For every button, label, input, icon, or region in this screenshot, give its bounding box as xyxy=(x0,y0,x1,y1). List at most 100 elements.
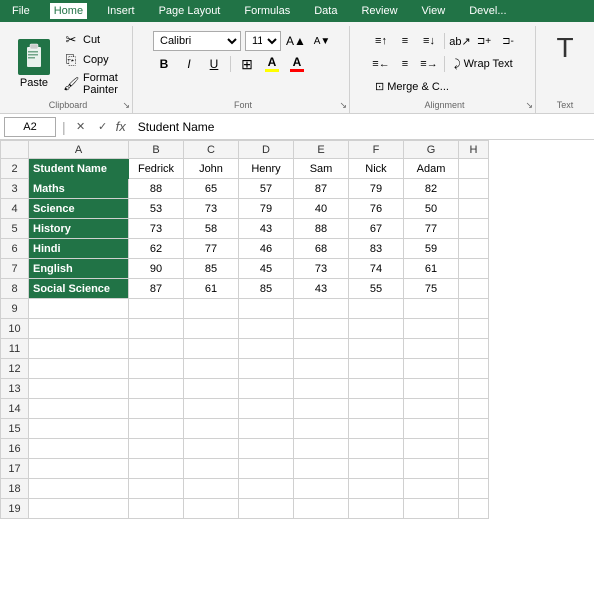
cell-a5[interactable]: History xyxy=(29,219,129,239)
cell-d18[interactable] xyxy=(239,479,294,499)
cell-a15[interactable] xyxy=(29,419,129,439)
cell-g3[interactable]: 82 xyxy=(404,179,459,199)
row-header-16[interactable]: 16 xyxy=(1,439,29,459)
cell-b3[interactable]: 88 xyxy=(129,179,184,199)
cell-g5[interactable]: 77 xyxy=(404,219,459,239)
cell-g16[interactable] xyxy=(404,439,459,459)
cell-b17[interactable] xyxy=(129,459,184,479)
cell-g6[interactable]: 59 xyxy=(404,239,459,259)
cell-e5[interactable]: 88 xyxy=(294,219,349,239)
align-top-left-button[interactable]: ≡↑ xyxy=(370,31,392,51)
row-header-7[interactable]: 7 xyxy=(1,259,29,279)
cell-b18[interactable] xyxy=(129,479,184,499)
cell-c19[interactable] xyxy=(184,499,239,519)
cell-b12[interactable] xyxy=(129,359,184,379)
cell-b14[interactable] xyxy=(129,399,184,419)
cell-h2[interactable] xyxy=(459,159,489,179)
cell-d2[interactable]: Henry xyxy=(239,159,294,179)
cell-c3[interactable]: 65 xyxy=(184,179,239,199)
cell-e3[interactable]: 87 xyxy=(294,179,349,199)
cell-c5[interactable]: 58 xyxy=(184,219,239,239)
cell-e10[interactable] xyxy=(294,319,349,339)
cell-a17[interactable] xyxy=(29,459,129,479)
cell-a19[interactable] xyxy=(29,499,129,519)
menu-devel[interactable]: Devel... xyxy=(465,3,510,19)
cell-g18[interactable] xyxy=(404,479,459,499)
cell-d5[interactable]: 43 xyxy=(239,219,294,239)
cell-f4[interactable]: 76 xyxy=(349,199,404,219)
cell-f2[interactable]: Nick xyxy=(349,159,404,179)
cell-d8[interactable]: 85 xyxy=(239,279,294,299)
cell-e8[interactable]: 43 xyxy=(294,279,349,299)
merge-cells-button[interactable]: ⊡ Merge & C... xyxy=(370,77,454,96)
font-size-selector[interactable]: 11 xyxy=(245,31,281,51)
cancel-formula-button[interactable]: ✕ xyxy=(72,118,90,136)
cell-b2[interactable]: Fedrick xyxy=(129,159,184,179)
cell-b9[interactable] xyxy=(129,299,184,319)
col-header-c[interactable]: C xyxy=(184,141,239,159)
clipboard-expand-icon[interactable]: ↘ xyxy=(122,100,130,111)
cell-h3[interactable] xyxy=(459,179,489,199)
cell-b13[interactable] xyxy=(129,379,184,399)
cell-e4[interactable]: 40 xyxy=(294,199,349,219)
cell-g13[interactable] xyxy=(404,379,459,399)
decrease-font-button[interactable]: A▼ xyxy=(311,31,333,51)
cell-d6[interactable]: 46 xyxy=(239,239,294,259)
cell-e17[interactable] xyxy=(294,459,349,479)
cell-c13[interactable] xyxy=(184,379,239,399)
cell-c8[interactable]: 61 xyxy=(184,279,239,299)
cell-a4[interactable]: Science xyxy=(29,199,129,219)
cell-c17[interactable] xyxy=(184,459,239,479)
cell-d9[interactable] xyxy=(239,299,294,319)
indent-increase-button[interactable]: ⊐+ xyxy=(473,31,495,51)
col-header-f[interactable]: F xyxy=(349,141,404,159)
cell-a13[interactable] xyxy=(29,379,129,399)
cell-e7[interactable]: 73 xyxy=(294,259,349,279)
row-header-6[interactable]: 6 xyxy=(1,239,29,259)
row-header-4[interactable]: 4 xyxy=(1,199,29,219)
cell-d7[interactable]: 45 xyxy=(239,259,294,279)
cell-f19[interactable] xyxy=(349,499,404,519)
cell-f9[interactable] xyxy=(349,299,404,319)
cell-c15[interactable] xyxy=(184,419,239,439)
cell-a2[interactable]: Student Name xyxy=(29,159,129,179)
col-header-g[interactable]: G xyxy=(404,141,459,159)
cell-g11[interactable] xyxy=(404,339,459,359)
align-center-button[interactable]: ≡ xyxy=(394,54,416,74)
col-header-a[interactable]: A xyxy=(29,141,129,159)
row-header-3[interactable]: 3 xyxy=(1,179,29,199)
cell-g8[interactable]: 75 xyxy=(404,279,459,299)
cell-b5[interactable]: 73 xyxy=(129,219,184,239)
cell-h16[interactable] xyxy=(459,439,489,459)
cell-h13[interactable] xyxy=(459,379,489,399)
align-left-button[interactable]: ≡← xyxy=(370,54,392,74)
paste-button[interactable]: Paste xyxy=(12,31,56,97)
cell-d13[interactable] xyxy=(239,379,294,399)
row-header-9[interactable]: 9 xyxy=(1,299,29,319)
cell-h15[interactable] xyxy=(459,419,489,439)
menu-home[interactable]: Home xyxy=(50,3,87,19)
cell-f15[interactable] xyxy=(349,419,404,439)
cell-d3[interactable]: 57 xyxy=(239,179,294,199)
font-expand-icon[interactable]: ↘ xyxy=(339,100,347,111)
menu-data[interactable]: Data xyxy=(310,3,341,19)
cell-g12[interactable] xyxy=(404,359,459,379)
cell-g7[interactable]: 61 xyxy=(404,259,459,279)
cell-b11[interactable] xyxy=(129,339,184,359)
row-header-13[interactable]: 13 xyxy=(1,379,29,399)
cell-c10[interactable] xyxy=(184,319,239,339)
cell-f18[interactable] xyxy=(349,479,404,499)
cell-g14[interactable] xyxy=(404,399,459,419)
cell-e16[interactable] xyxy=(294,439,349,459)
cell-f16[interactable] xyxy=(349,439,404,459)
format-painter-button[interactable]: 🖌 Format Painter xyxy=(60,71,124,97)
cell-h4[interactable] xyxy=(459,199,489,219)
cell-b4[interactable]: 53 xyxy=(129,199,184,219)
row-header-15[interactable]: 15 xyxy=(1,419,29,439)
row-header-14[interactable]: 14 xyxy=(1,399,29,419)
cell-c4[interactable]: 73 xyxy=(184,199,239,219)
row-header-12[interactable]: 12 xyxy=(1,359,29,379)
cell-e12[interactable] xyxy=(294,359,349,379)
wrap-text-button[interactable]: ⤸ Wrap Text xyxy=(449,55,518,74)
cell-d12[interactable] xyxy=(239,359,294,379)
